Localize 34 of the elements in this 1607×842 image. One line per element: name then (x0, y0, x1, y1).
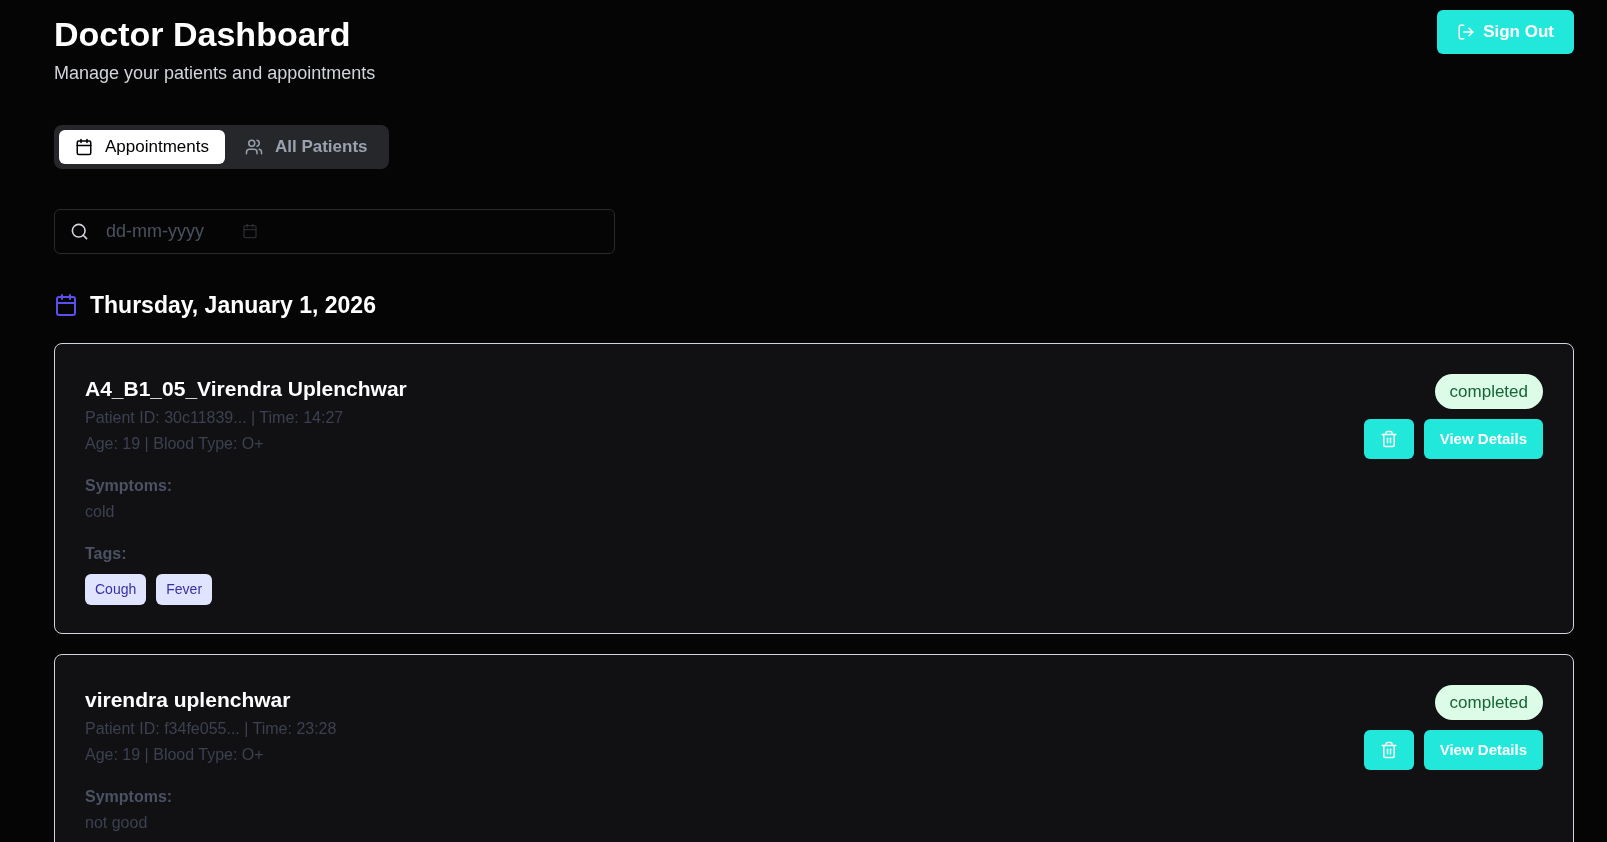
sign-out-button[interactable]: Sign Out (1437, 10, 1574, 54)
patient-details: Age: 19 | Blood Type: O+ (85, 433, 265, 454)
search-icon (70, 222, 89, 241)
sign-out-icon (1457, 23, 1476, 41)
patient-meta: Patient ID: f34fe055... | Time: 23:28 (85, 718, 337, 739)
delete-button[interactable] (1363, 419, 1414, 459)
page-title: Doctor Dashboard (54, 14, 352, 55)
tab[interactable]: Appointments (59, 130, 225, 164)
tag: Fever (156, 573, 213, 605)
symptoms-text: not good (85, 812, 149, 833)
users-icon (244, 138, 263, 156)
calendar-icon (242, 223, 258, 239)
calendar-icon (75, 138, 93, 156)
view-details-button[interactable]: View Details (1423, 419, 1543, 459)
date-search-field[interactable]: dd-mm-yyyy (54, 209, 615, 254)
view-details-button[interactable]: View Details (1423, 730, 1543, 770)
delete-button[interactable] (1363, 730, 1414, 770)
calendar-icon (54, 293, 78, 318)
patient-details: Age: 19 | Blood Type: O+ (85, 744, 265, 765)
symptoms-label: Symptoms: (85, 475, 174, 496)
symptoms-label: Symptoms: (85, 786, 174, 807)
tab[interactable]: All Patients (228, 130, 384, 164)
trash-icon (1379, 430, 1398, 448)
patient-meta: Patient ID: 30c11839... | Time: 14:27 (85, 407, 345, 428)
patient-name: A4_B1_05_Virendra Uplenchwar (85, 375, 407, 402)
date-heading: Thursday, January 1, 2026 (90, 291, 376, 320)
symptoms-text: cold (85, 501, 116, 522)
trash-icon (1379, 741, 1398, 759)
status-badge: completed (1434, 684, 1543, 720)
status-badge: completed (1434, 373, 1543, 409)
page-subtitle: Manage your patients and appointments (54, 62, 376, 85)
tags-label: Tags: (85, 543, 128, 564)
tag: Cough (85, 573, 147, 605)
patient-name: virendra uplenchwar (85, 686, 292, 713)
